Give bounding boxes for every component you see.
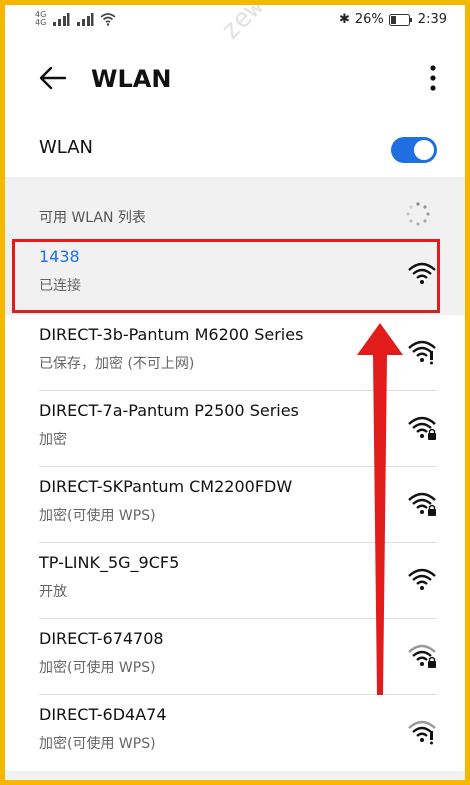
- network-status: 加密(可使用 WPS): [39, 660, 156, 676]
- more-options-icon[interactable]: [423, 61, 443, 95]
- status-left: 4G 4G: [35, 11, 116, 27]
- battery-percent: 26%: [354, 12, 384, 27]
- network-status: 加密: [39, 432, 67, 448]
- status-bar: 4G 4G ✱ 26% 2:39: [5, 5, 465, 35]
- bluetooth-icon: ✱: [338, 12, 350, 27]
- network-name: DIRECT-7a-Pantum P2500 Series: [39, 401, 299, 420]
- battery-icon: [388, 13, 412, 26]
- back-arrow-icon[interactable]: [33, 63, 73, 93]
- loading-spinner-icon: [406, 202, 430, 226]
- network-name: DIRECT-6D4A74: [39, 705, 167, 724]
- network-name: DIRECT-3b-Pantum M6200 Series: [39, 325, 304, 344]
- status-right: ✱ 26% 2:39: [339, 12, 447, 27]
- highlight-box: [12, 239, 440, 313]
- toggle-knob: [414, 140, 434, 160]
- clock: 2:39: [417, 12, 447, 27]
- network-status: 已保存，加密 (不可上网): [39, 356, 195, 372]
- red-arrow-annotation: [357, 323, 403, 695]
- wlan-toggle-switch[interactable]: [391, 137, 437, 163]
- network-name: DIRECT-SKPantum CM2200FDW: [39, 477, 293, 496]
- phone-screen: 4G 4G ✱ 26% 2:39 WLAN WLAN 可用 WLAN 列表 14…: [5, 5, 465, 780]
- wlan-toggle-label: WLAN: [39, 137, 94, 158]
- network-name: DIRECT-674708: [39, 629, 164, 648]
- network-name: TP-LINK_5G_9CF5: [39, 553, 180, 572]
- wlan-toggle-row: WLAN: [5, 123, 465, 177]
- network-status: 加密(可使用 WPS): [39, 736, 156, 752]
- wifi-lock-icon: [408, 720, 436, 745]
- app-bar: WLAN: [5, 51, 465, 107]
- signal-icon-2: [77, 13, 94, 26]
- available-networks-header: 可用 WLAN 列表: [39, 210, 146, 226]
- signal-icon: [53, 13, 70, 26]
- page-title: WLAN: [91, 65, 172, 93]
- wifi-status-icon: [100, 13, 116, 26]
- network-status: 开放: [39, 584, 67, 600]
- network-item[interactable]: DIRECT-6D4A74 加密(可使用 WPS): [5, 695, 465, 771]
- network-status: 加密(可使用 WPS): [39, 508, 156, 524]
- sim-icon: 4G 4G: [35, 10, 47, 27]
